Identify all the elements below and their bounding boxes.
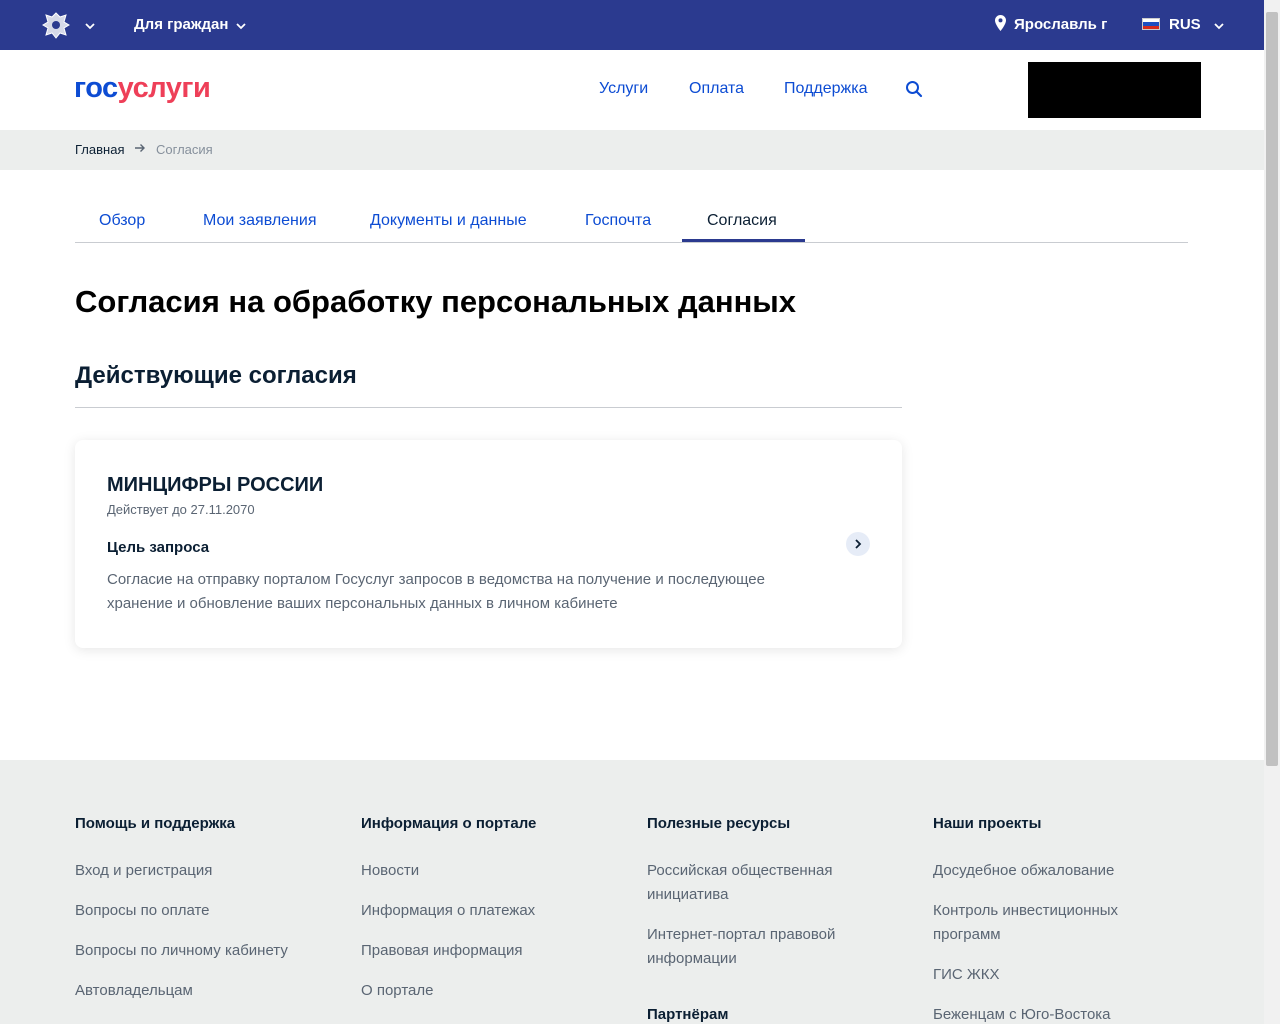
chevron-right-icon xyxy=(855,539,862,549)
nav-payment[interactable]: Оплата xyxy=(689,80,744,98)
russian-emblem-icon[interactable] xyxy=(40,10,72,40)
section-title: Действующие согласия xyxy=(75,362,357,389)
top-bar: Для граждан Ярославль г RUS xyxy=(0,0,1264,50)
arrow-right-icon xyxy=(135,144,145,152)
footer-link[interactable]: Новости xyxy=(361,859,419,883)
site-footer: Помощь и поддержка Вход и регистрация Во… xyxy=(0,760,1264,1024)
footer-partners-title: Партнёрам xyxy=(647,1006,729,1023)
tab-gospochta[interactable]: Госпочта xyxy=(585,212,651,230)
footer-link[interactable]: Интернет-портал правовой информации xyxy=(647,923,877,971)
footer-resources-title: Полезные ресурсы xyxy=(647,815,791,832)
chevron-down-icon[interactable] xyxy=(84,20,96,32)
footer-link[interactable]: Автовладельцам xyxy=(75,979,193,1003)
footer-projects-title: Наши проекты xyxy=(933,815,1042,832)
logo-part-uslugi: услуги xyxy=(117,72,211,104)
footer-link[interactable]: Беженцам с Юго-Востока xyxy=(933,1003,1111,1024)
footer-link[interactable]: Вопросы по личному кабинету xyxy=(75,939,288,963)
logo-part-gos: гос xyxy=(74,72,118,104)
tab-overview[interactable]: Обзор xyxy=(99,212,145,230)
open-consent-button[interactable] xyxy=(846,532,870,556)
gosuslugi-logo[interactable]: госуслуги xyxy=(74,72,211,105)
footer-info-title: Информация о портале xyxy=(361,815,537,832)
city-selector[interactable]: Ярославль г xyxy=(1014,16,1107,33)
footer-link[interactable]: ГИС ЖКХ xyxy=(933,963,1000,987)
language-selector[interactable]: RUS xyxy=(1169,16,1201,33)
breadcrumb: Главная Согласия xyxy=(0,130,1264,170)
tab-my-applications[interactable]: Мои заявления xyxy=(203,212,317,230)
footer-link[interactable]: Российская общественная инициатива xyxy=(647,859,877,907)
active-tab-indicator xyxy=(682,239,805,242)
footer-link[interactable]: Вход и регистрация xyxy=(75,859,212,883)
page-title: Согласия на обработку персональных данны… xyxy=(75,284,797,319)
tab-documents[interactable]: Документы и данные xyxy=(370,212,527,230)
divider xyxy=(75,407,902,408)
consent-card[interactable]: МИНЦИФРЫ РОССИИ Действует до 27.11.2070 … xyxy=(75,440,902,648)
footer-link[interactable]: О портале xyxy=(361,979,433,1003)
scrollbar-thumb[interactable] xyxy=(1266,12,1278,766)
breadcrumb-current: Согласия xyxy=(156,142,213,157)
audience-selector[interactable]: Для граждан xyxy=(134,16,228,33)
consent-purpose-text: Согласие на отправку порталом Госуслуг з… xyxy=(107,571,765,612)
russian-flag-icon xyxy=(1142,18,1160,30)
search-icon[interactable] xyxy=(905,80,923,98)
footer-link[interactable]: Досудебное обжалование xyxy=(933,859,1114,883)
account-block-redacted[interactable] xyxy=(1028,62,1201,118)
nav-support[interactable]: Поддержка xyxy=(784,80,867,98)
footer-link[interactable]: Информация о платежах xyxy=(361,899,535,923)
location-pin-icon xyxy=(995,15,1006,31)
consent-organization: МИНЦИФРЫ РОССИИ xyxy=(107,474,324,496)
footer-link[interactable]: Контроль инвестиционных программ xyxy=(933,899,1163,947)
site-header: госуслуги Услуги Оплата Поддержка xyxy=(0,50,1264,130)
profile-tabs: Обзор Мои заявления Документы и данные Г… xyxy=(75,200,1188,243)
consent-purpose-heading: Цель запроса xyxy=(107,539,210,556)
footer-link[interactable]: Вопросы по оплате xyxy=(75,899,210,923)
footer-link[interactable]: Правовая информация xyxy=(361,939,522,963)
tab-consents[interactable]: Согласия xyxy=(707,212,777,230)
consent-valid-until: Действует до 27.11.2070 xyxy=(107,502,255,517)
footer-help-title: Помощь и поддержка xyxy=(75,815,236,832)
chevron-down-icon[interactable] xyxy=(235,20,247,32)
chevron-down-icon[interactable] xyxy=(1213,20,1225,32)
breadcrumb-home[interactable]: Главная xyxy=(75,142,124,157)
nav-services[interactable]: Услуги xyxy=(599,80,648,98)
